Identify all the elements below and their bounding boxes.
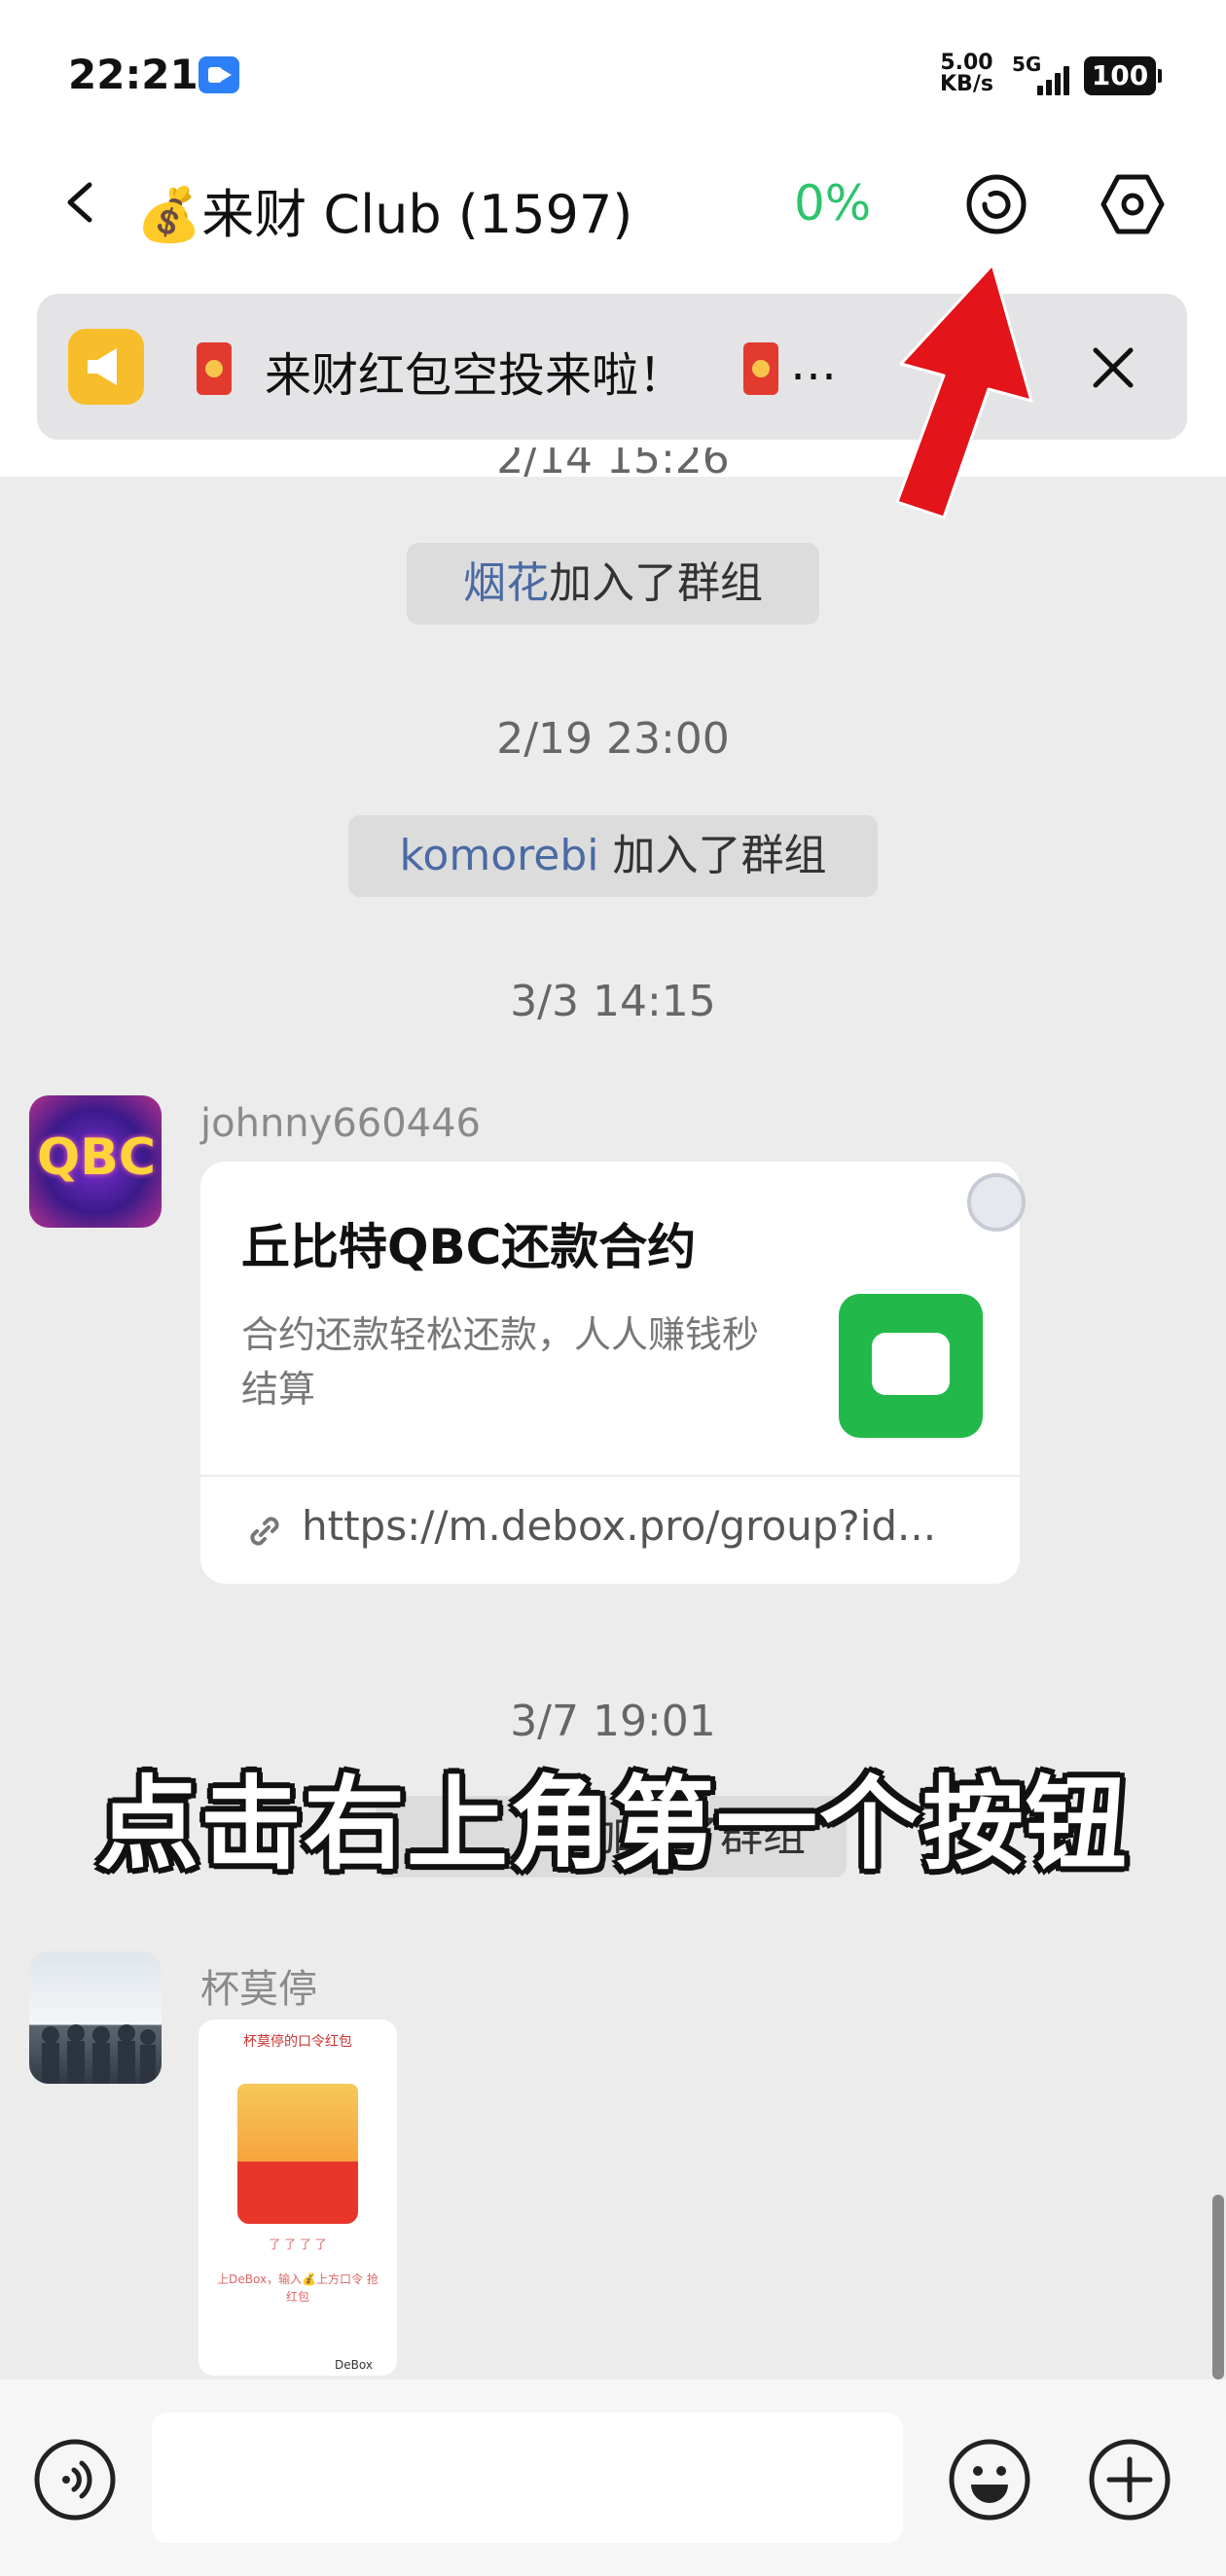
member-name[interactable]: 烟花 <box>463 558 549 608</box>
sender-name[interactable]: johnny660446 <box>200 1101 481 1146</box>
link-card[interactable]: 丘比特QBC还款合约 合约还款轻松还款，人人赚钱秒结算 https://m.de… <box>200 1162 1020 1584</box>
card-title: 丘比特QBC还款合约 <box>241 1219 697 1275</box>
link-icon <box>250 1517 279 1546</box>
notice-ellipsis: … <box>790 337 837 391</box>
avatar[interactable]: QBC <box>29 1095 162 1228</box>
signal-icon <box>1037 62 1072 95</box>
overlay-caption: 点击右上角第一个按钮 <box>96 1765 1129 1883</box>
message-input[interactable] <box>152 2413 903 2543</box>
emoji-icon[interactable] <box>948 2438 1031 2522</box>
image-title: 杯莫停的口令红包 <box>243 2034 352 2050</box>
settings-icon[interactable] <box>1100 171 1166 237</box>
plus-icon[interactable] <box>1088 2438 1172 2522</box>
system-action: 加入了群组 <box>549 558 763 608</box>
progress-percent: 0% <box>794 175 872 232</box>
battery-indicator: 100 <box>1084 56 1162 95</box>
timestamp: 3/3 14:15 <box>510 977 716 1026</box>
image-message[interactable]: 杯莫停的口令红包 了 了 了 了 上DeBox，输入💰上方口令 抢红包 DeBo… <box>198 2020 397 2376</box>
system-action: 加入了群组 <box>598 831 827 880</box>
speed-unit: KB/s <box>940 72 993 96</box>
red-packet-icon <box>743 342 778 395</box>
red-packet-icon <box>197 342 232 395</box>
timestamp: 3/7 19:01 <box>510 1697 716 1746</box>
refresh-icon[interactable] <box>963 171 1029 237</box>
image-footer: DeBox <box>335 2358 373 2372</box>
card-description: 合约还款轻松还款，人人赚钱秒结算 <box>241 1313 760 1411</box>
wallet-icon <box>839 1294 983 1438</box>
video-camera-icon <box>198 56 239 93</box>
group-title[interactable]: 💰来财 Club (1597) <box>136 171 632 248</box>
speed-value: 5.00 <box>940 51 993 75</box>
avatar-text: QBC <box>37 1128 157 1187</box>
system-message: komorebi 加入了群组 <box>348 815 878 897</box>
image-stars: 了 了 了 了 <box>269 2237 327 2251</box>
megaphone-icon <box>68 329 144 405</box>
image-caption: 上DeBox，输入💰上方口令 抢红包 <box>217 2272 379 2304</box>
status-time: 22:21 <box>68 51 198 98</box>
close-icon[interactable] <box>1086 340 1140 395</box>
network-speed: 5.00 KB/s <box>940 53 993 95</box>
timestamp: 2/19 23:00 <box>496 714 730 764</box>
notice-text: 来财红包空投来啦！ <box>265 348 686 403</box>
red-arrow-annotation <box>895 263 1033 519</box>
system-message: 烟花加入了群组 <box>407 543 819 625</box>
scrollbar[interactable] <box>1212 2195 1224 2379</box>
avatar[interactable] <box>29 1951 162 2084</box>
sender-name[interactable]: 杯莫停 <box>200 1957 317 2014</box>
card-link[interactable]: https://m.debox.pro/group?id... <box>302 1502 936 1550</box>
divider <box>200 1475 1020 1477</box>
back-icon[interactable] <box>60 181 103 224</box>
voice-icon[interactable] <box>33 2438 117 2522</box>
member-name[interactable]: komorebi <box>400 831 599 880</box>
select-radio[interactable] <box>967 1173 1026 1232</box>
red-packet-image-bottom <box>237 2162 358 2224</box>
